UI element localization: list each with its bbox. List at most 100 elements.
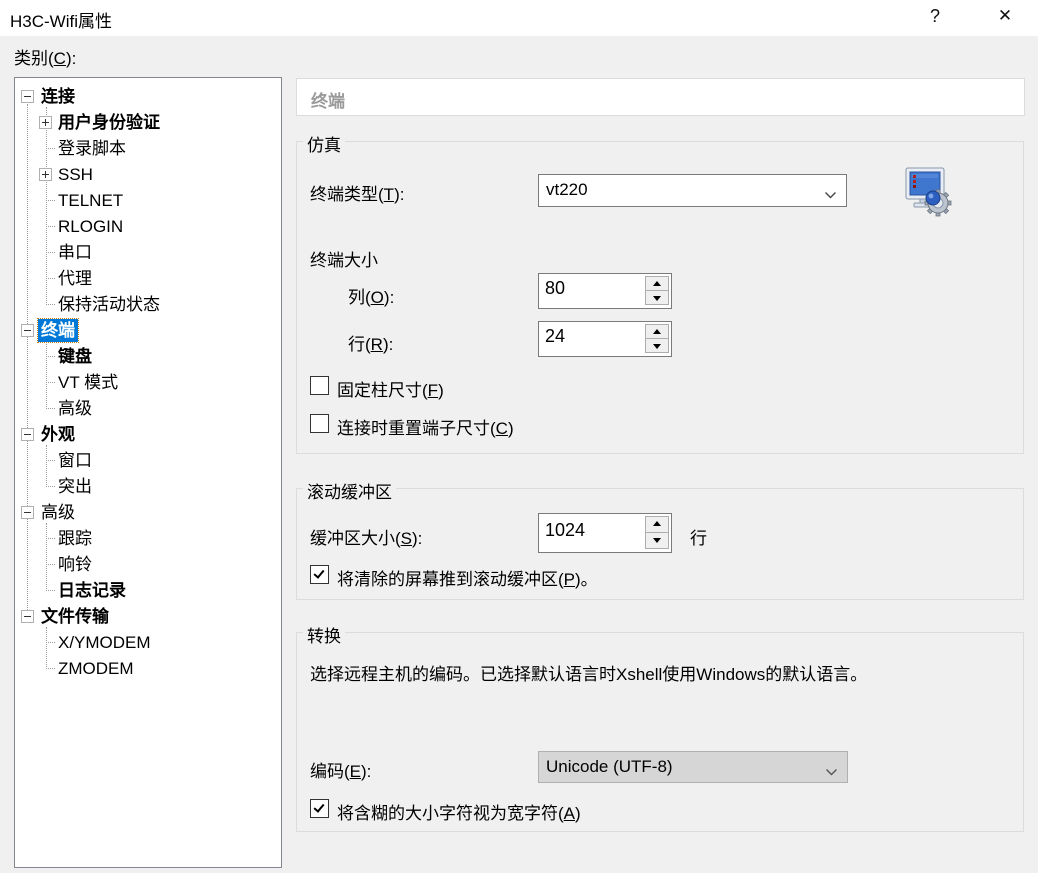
rows-value: 24	[545, 326, 566, 346]
tree-item-10[interactable]: 键盘	[15, 344, 281, 370]
category-label: 类别(C):	[14, 49, 77, 68]
terminal-type-combobox[interactable]: vt220	[538, 174, 847, 207]
tree-item-label: SSH	[58, 165, 93, 184]
tree-item-9[interactable]: 终端	[15, 318, 281, 344]
title-bar: H3C-Wifi属性 ? ✕	[0, 0, 1038, 36]
tree-connector-stub	[46, 486, 55, 487]
tree-item-17[interactable]: 跟踪	[15, 526, 281, 552]
columns-value: 80	[545, 278, 566, 298]
tree-item-4[interactable]: TELNET	[15, 188, 281, 214]
tree-connector-stub	[46, 200, 55, 201]
checkbox-icon[interactable]	[310, 414, 329, 433]
help-button[interactable]: ?	[913, 0, 957, 32]
tree-item-label: 外观	[41, 425, 75, 444]
tree-item-14[interactable]: 窗口	[15, 448, 281, 474]
encoding-value: Unicode (UTF-8)	[546, 757, 673, 776]
page-title-box: 终端	[296, 78, 1025, 116]
buffer-size-label: 缓冲区大小(S):	[310, 529, 423, 548]
spin-up-button[interactable]	[645, 276, 669, 291]
tree-item-5[interactable]: RLOGIN	[15, 214, 281, 240]
collapse-icon[interactable]	[21, 610, 34, 623]
tree-item-label: ZMODEM	[58, 659, 134, 678]
tree-connector-stub	[46, 590, 55, 591]
tree-item-13[interactable]: 外观	[15, 422, 281, 448]
tree-item-label: RLOGIN	[58, 217, 124, 236]
tree-item-20[interactable]: 文件传输	[15, 604, 281, 630]
terminal-settings-icon	[903, 166, 955, 218]
rows-label: 行(R):	[348, 335, 394, 354]
group-scrollback-legend: 滚动缓冲区	[303, 478, 396, 503]
checkbox-icon[interactable]	[310, 376, 329, 395]
collapse-icon[interactable]	[21, 506, 34, 519]
tree-item-label: 日志记录	[58, 581, 126, 600]
tree-item-6[interactable]: 串口	[15, 240, 281, 266]
tree-item-1[interactable]: 用户身份验证	[15, 110, 281, 136]
tree-item-7[interactable]: 代理	[15, 266, 281, 292]
tree-item-label: X/YMODEM	[58, 633, 151, 652]
tree-connector-stub	[46, 278, 55, 279]
buffer-size-spinner[interactable]: 1024	[538, 513, 672, 553]
columns-label: 列(O):	[348, 288, 395, 307]
category-tree[interactable]: 连接用户身份验证 登录脚本 SSH TELNET RLOGIN 串口代理 保持活动状态 终端键…	[14, 77, 282, 868]
page-title: 终端	[311, 92, 345, 111]
spin-up-button[interactable]	[645, 516, 669, 533]
encoding-combobox[interactable]: Unicode (UTF-8)	[538, 751, 848, 783]
tree-item-3[interactable]: SSH	[15, 162, 281, 188]
tree-connector-stub	[46, 382, 55, 383]
tree-item-label: VT 模式	[58, 373, 119, 392]
tree-connector-stub	[46, 252, 55, 253]
close-button[interactable]: ✕	[983, 0, 1027, 32]
window-title: H3C-Wifi属性	[10, 12, 112, 31]
tree-connector-stub	[46, 356, 55, 357]
encoding-label: 编码(E):	[310, 762, 372, 781]
group-emulation-legend: 仿真	[303, 131, 345, 156]
translation-description: 选择远程主机的编码。已选择默认语言时Xshell使用Windows的默认语言。	[310, 665, 868, 684]
tree-item-19[interactable]: 日志记录	[15, 578, 281, 604]
spin-down-button[interactable]	[645, 290, 669, 305]
checkbox-icon[interactable]	[310, 799, 329, 818]
tree-item-label: 跟踪	[58, 529, 92, 548]
tree-item-label: 串口	[58, 243, 92, 262]
tree-item-21[interactable]: X/YMODEM	[15, 630, 281, 656]
collapse-icon[interactable]	[21, 90, 34, 103]
tree-item-label: 文件传输	[41, 607, 109, 626]
tree-item-label: 高级	[58, 399, 92, 418]
collapse-icon[interactable]	[21, 324, 34, 337]
spin-up-button[interactable]	[645, 324, 669, 339]
tree-item-label: 登录脚本	[58, 139, 126, 158]
chevron-down-icon	[824, 187, 837, 205]
terminal-size-label: 终端大小	[310, 251, 378, 270]
buffer-size-value: 1024	[545, 520, 586, 540]
tree-item-11[interactable]: VT 模式	[15, 370, 281, 396]
checkbox-icon[interactable]	[310, 565, 329, 584]
tree-item-22[interactable]: ZMODEM	[15, 656, 281, 682]
tree-connector-stub	[46, 538, 55, 539]
spin-down-button[interactable]	[645, 338, 669, 353]
columns-spinner[interactable]: 80	[538, 273, 672, 309]
expand-icon[interactable]	[39, 116, 52, 129]
tree-item-label: 高级	[41, 503, 75, 522]
tree-item-label: 用户身份验证	[58, 113, 160, 132]
buffer-unit-label: 行	[690, 529, 707, 548]
tree-connector-stub	[46, 226, 55, 227]
terminal-type-value: vt220	[546, 180, 588, 199]
tree-item-12[interactable]: 高级	[15, 396, 281, 422]
tree-item-8[interactable]: 保持活动状态	[15, 292, 281, 318]
expand-icon[interactable]	[39, 168, 52, 181]
tree-connector-stub	[46, 148, 55, 149]
tree-item-18[interactable]: 响铃	[15, 552, 281, 578]
collapse-icon[interactable]	[21, 428, 34, 441]
tree-item-label: 连接	[41, 87, 75, 106]
columns-spin-buttons	[645, 276, 669, 306]
tree-item-label: TELNET	[58, 191, 124, 210]
tree-item-2[interactable]: 登录脚本	[15, 136, 281, 162]
tree-connector-stub	[46, 642, 55, 643]
tree-item-0[interactable]: 连接	[15, 84, 281, 110]
tree-item-label: 键盘	[58, 347, 92, 366]
spin-down-button[interactable]	[645, 532, 669, 549]
buffer-spin-buttons	[645, 516, 669, 550]
rows-spinner[interactable]: 24	[538, 321, 672, 357]
group-translation-legend: 转换	[303, 622, 345, 647]
tree-item-15[interactable]: 突出	[15, 474, 281, 500]
tree-item-16[interactable]: 高级	[15, 500, 281, 526]
